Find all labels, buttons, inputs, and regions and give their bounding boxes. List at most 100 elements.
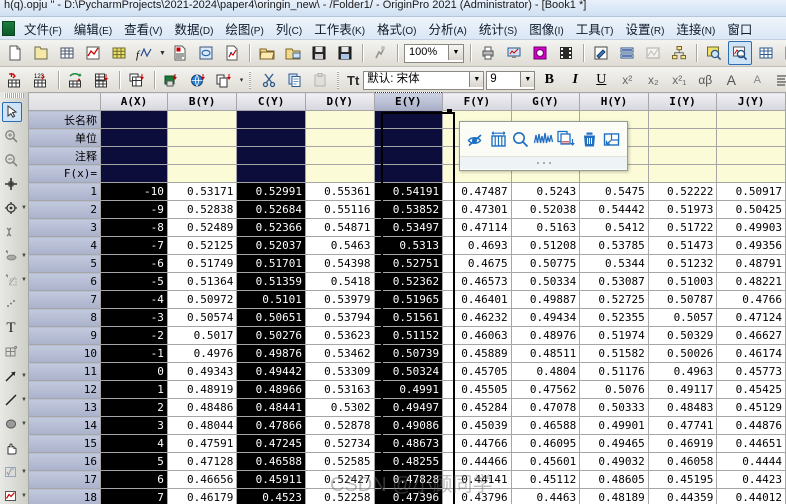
menu-item-file[interactable]: 文件(F) <box>18 17 68 39</box>
table-cell[interactable]: 0.48605 <box>579 470 649 489</box>
meta-cell[interactable] <box>100 110 168 129</box>
table-cell[interactable]: 0.49434 <box>510 308 581 327</box>
table-cell[interactable]: 0.47741 <box>647 416 718 435</box>
table-cell[interactable]: 1 <box>100 380 168 399</box>
table-row[interactable]: 1 -10 0.53171 0.52991 0.55361 0.54191 0.47487 0… <box>28 182 786 201</box>
table-cell[interactable]: 0.53852 <box>373 200 444 219</box>
table-cell[interactable]: 0.48791 <box>716 254 786 273</box>
row-header[interactable]: 4 <box>28 236 102 255</box>
table-cell[interactable]: 0.53497 <box>373 218 444 237</box>
meta-cell[interactable] <box>647 128 718 147</box>
image-export-icon[interactable] <box>528 41 552 65</box>
duplicate-column-icon[interactable] <box>212 68 236 92</box>
table-cell[interactable]: 0.51965 <box>373 290 444 309</box>
new-matrix-icon[interactable] <box>107 41 131 65</box>
table-cell[interactable]: 0.5412 <box>579 218 649 237</box>
save-project-icon[interactable] <box>307 41 331 65</box>
table-cell[interactable]: 0.50329 <box>647 326 718 345</box>
table-cell[interactable]: 0.49442 <box>236 362 306 381</box>
font-size-combobox[interactable]: 9 ▼ <box>486 70 536 90</box>
column-header-F[interactable]: F(Y) <box>442 92 512 111</box>
table-cell[interactable]: 0.46919 <box>647 434 718 453</box>
new-notes-icon[interactable] <box>168 41 192 65</box>
meta-cell[interactable] <box>166 110 238 129</box>
table-cell[interactable]: 0.44359 <box>647 488 718 504</box>
line-tool[interactable]: ▼ <box>0 388 28 412</box>
table-cell[interactable]: 0.51473 <box>647 236 718 255</box>
find-icon[interactable] <box>510 127 531 151</box>
table-cell[interactable]: 0.50333 <box>579 398 649 417</box>
table-cell[interactable]: 0.47487 <box>442 182 512 201</box>
pointer-tool[interactable] <box>0 100 28 124</box>
table-cell[interactable]: 0.49887 <box>510 290 581 309</box>
table-cell[interactable]: 0.4963 <box>647 362 718 381</box>
worksheet[interactable]: A(X) B(Y) C(Y) D(Y) E(Y) F(Y) G(Y) H(Y) … <box>28 92 786 504</box>
row-header[interactable]: 12 <box>28 380 102 399</box>
table-cell[interactable]: 0.50651 <box>236 308 306 327</box>
font-style-icon[interactable]: Tt <box>344 73 362 88</box>
zoom-in-tool[interactable] <box>0 124 28 148</box>
new-excel-icon[interactable] <box>220 41 244 65</box>
table-row[interactable]: 14 3 0.48044 0.47866 0.52878 0.49086 0.45039 0.… <box>28 416 786 435</box>
table-cell[interactable]: 0.50917 <box>716 182 786 201</box>
row-header[interactable]: 16 <box>28 452 102 471</box>
worksheet-body[interactable]: 长名称 单位 注释 F(x)= 1 -10 0.53171 0.52991 0.… <box>28 110 786 504</box>
new-layout-icon[interactable] <box>194 41 218 65</box>
equation-tool[interactable]: ▼ <box>0 460 28 484</box>
table-cell[interactable]: 0.50334 <box>510 272 581 291</box>
table-cell[interactable]: -9 <box>100 200 168 219</box>
annotate-icon[interactable] <box>780 41 786 65</box>
chevron-down-icon[interactable]: ▼ <box>448 44 463 60</box>
table-cell[interactable]: 0.44876 <box>716 416 786 435</box>
table-row[interactable]: 3 -8 0.52489 0.52366 0.54871 0.53497 0.47114 0.… <box>28 218 786 237</box>
bold-button[interactable]: B <box>537 68 561 92</box>
chevron-down-icon[interactable]: ▼ <box>21 397 27 403</box>
table-row[interactable]: 8 -3 0.50574 0.50651 0.53794 0.51561 0.46232 0.… <box>28 308 786 327</box>
new-function-plot-icon[interactable]: f <box>133 41 157 65</box>
table-cell[interactable]: 0.51232 <box>647 254 718 273</box>
table-cell[interactable]: 0.4675 <box>442 254 512 273</box>
table-cell[interactable]: 0.52878 <box>304 416 375 435</box>
table-row[interactable]: 4 -7 0.52125 0.52037 0.5463 0.5313 0.4693 0.512… <box>28 236 786 255</box>
table-cell[interactable]: 0.52751 <box>373 254 444 273</box>
stack-layers-icon[interactable] <box>615 41 639 65</box>
table-cell[interactable]: 0.5101 <box>236 290 306 309</box>
table-cell[interactable]: 0.52991 <box>236 182 306 201</box>
chevron-down-icon[interactable]: ▼ <box>21 493 27 499</box>
table-row[interactable]: 11 0 0.49343 0.49442 0.53309 0.50324 0.45705 0.… <box>28 362 786 381</box>
text-tool[interactable]: T <box>0 316 28 340</box>
table-cell[interactable]: 0.4766 <box>716 290 786 309</box>
edit-mode-icon[interactable] <box>589 41 613 65</box>
table-row[interactable]: 17 6 0.46656 0.45911 0.52427 0.47828 0.44141 0.… <box>28 470 786 489</box>
row-header[interactable]: 2 <box>28 200 102 219</box>
row-header[interactable]: 13 <box>28 398 102 417</box>
table-cell[interactable]: 0.48255 <box>373 452 444 471</box>
worksheet-table[interactable]: A(X) B(Y) C(Y) D(Y) E(Y) F(Y) G(Y) H(Y) … <box>28 92 786 504</box>
table-cell[interactable]: 0.49497 <box>373 398 444 417</box>
table-row[interactable]: 5 -6 0.51749 0.51701 0.54398 0.52751 0.4675 0.5… <box>28 254 786 273</box>
table-cell[interactable]: 0.50972 <box>166 290 238 309</box>
menu-item-data[interactable]: 数据(D) <box>169 17 220 39</box>
table-cell[interactable]: 0.46656 <box>166 470 238 489</box>
arrow-tool[interactable]: ▼ <box>0 364 28 388</box>
table-cell[interactable]: 0.52125 <box>166 236 238 255</box>
table-cell[interactable]: 0.44651 <box>716 434 786 453</box>
table-cell[interactable]: 0.53171 <box>166 182 238 201</box>
column-header-G[interactable]: G(Y) <box>510 92 581 111</box>
table-cell[interactable]: 0.5344 <box>579 254 649 273</box>
menu-item-tools[interactable]: 工具(T) <box>570 17 620 39</box>
table-cell[interactable]: 0.46095 <box>510 434 581 453</box>
menu-item-format[interactable]: 格式(O) <box>371 17 422 39</box>
new-project-icon[interactable] <box>3 41 27 65</box>
table-cell[interactable]: 0.52427 <box>304 470 375 489</box>
sub-superscript-button[interactable]: x²₁ <box>667 68 691 92</box>
print-icon[interactable] <box>476 41 500 65</box>
table-cell[interactable]: 0.50574 <box>166 308 238 327</box>
chevron-down-icon[interactable]: ▼ <box>469 71 484 87</box>
meta-cell[interactable] <box>304 146 375 165</box>
new-workbook-icon[interactable] <box>55 41 79 65</box>
screen-reader-tool[interactable] <box>0 172 28 196</box>
table-cell[interactable]: 0.4804 <box>510 362 581 381</box>
table-cell[interactable]: 0.47124 <box>716 308 786 327</box>
meta-cell[interactable] <box>236 128 306 147</box>
